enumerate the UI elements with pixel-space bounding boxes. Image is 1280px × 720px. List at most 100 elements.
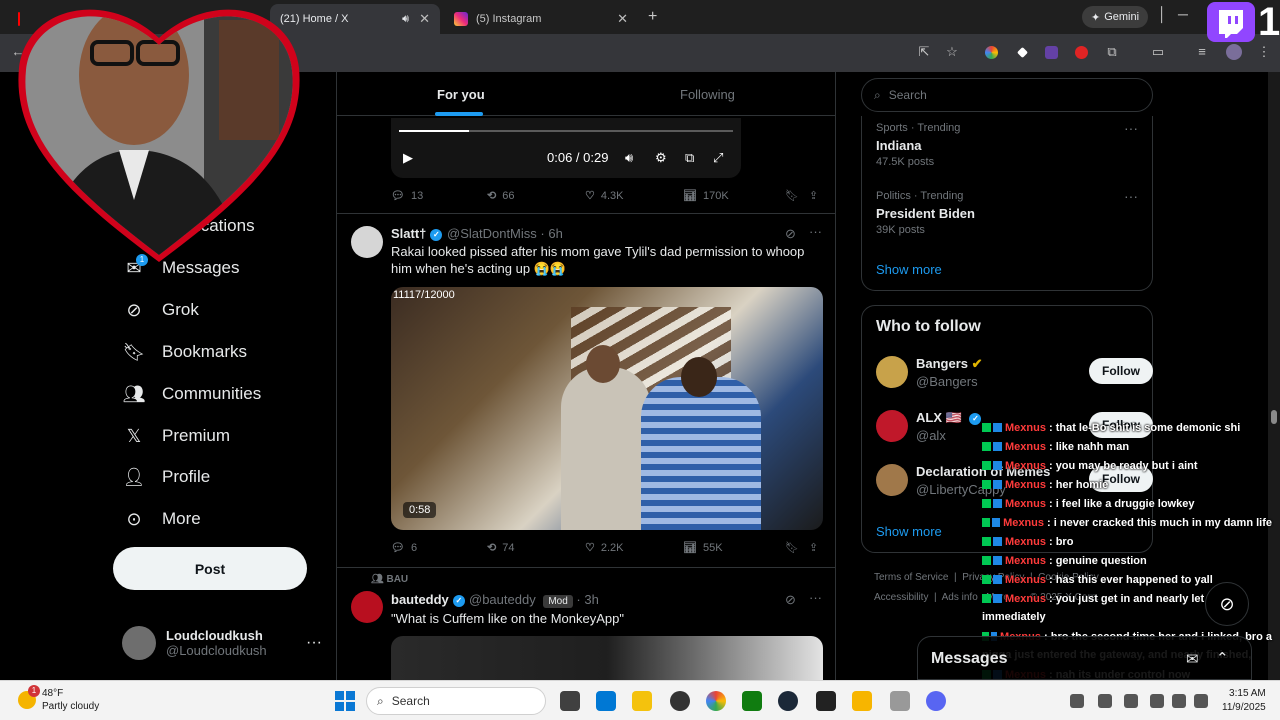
nav-premium[interactable]: 𝕏 Premium: [122, 421, 230, 451]
new-tab-button[interactable]: +: [648, 8, 657, 26]
repost-button[interactable]: ⟲ 66: [487, 189, 514, 203]
taskbar-search[interactable]: ⌕ Search: [366, 687, 546, 715]
trend-name[interactable]: Indiana: [876, 138, 922, 153]
minimize-button[interactable]: ─: [1178, 6, 1188, 22]
more-dots-icon[interactable]: ···: [809, 590, 822, 605]
community-context[interactable]: 👥︎ BAU: [371, 574, 408, 585]
tweet-media[interactable]: [391, 636, 823, 680]
follow-button[interactable]: Follow: [1089, 358, 1153, 384]
account-switcher[interactable]: Loudcloudkush @Loudcloudkush ···: [122, 625, 322, 661]
extension-icon[interactable]: [1075, 46, 1088, 59]
collapse-icon[interactable]: ⌃: [1216, 649, 1229, 667]
tab-following[interactable]: Following: [680, 87, 735, 102]
avatar[interactable]: [351, 226, 383, 258]
nav-communities[interactable]: 👥︎ Communities: [122, 379, 262, 409]
file-explorer-icon[interactable]: [632, 691, 652, 711]
more-dots-icon[interactable]: ···: [1124, 188, 1138, 204]
avatar[interactable]: [876, 464, 908, 496]
tweet-author[interactable]: bauteddy ✓: [391, 592, 465, 607]
grok-icon[interactable]: ⊘: [785, 592, 796, 608]
footer-link[interactable]: Accessibility: [874, 592, 928, 603]
tray-app-icon[interactable]: [1098, 694, 1112, 708]
wifi-icon[interactable]: [1150, 694, 1164, 708]
repost-button[interactable]: ⟲ 74: [487, 541, 514, 555]
volume-icon[interactable]: [1172, 694, 1186, 708]
tab-instagram[interactable]: (5) Instagram ✕: [444, 4, 638, 34]
footer-link[interactable]: Ads info: [942, 592, 978, 603]
bookmark-button[interactable]: 🔖︎: [785, 189, 799, 202]
extension-icon[interactable]: [1016, 46, 1029, 59]
author-handle[interactable]: @SlatDontMiss: [447, 226, 537, 241]
more-dots-icon[interactable]: ···: [1124, 120, 1138, 136]
suggestion-name[interactable]: Bangers ✔: [916, 356, 983, 372]
tweet-time[interactable]: · 3h: [576, 592, 598, 607]
reply-button[interactable]: 💬︎ 6: [391, 541, 417, 555]
views-button[interactable]: 📊︎ 170K: [683, 189, 729, 203]
rockstar-icon[interactable]: [852, 691, 872, 711]
share-button[interactable]: ⇪: [809, 541, 818, 554]
steam-icon[interactable]: [778, 691, 798, 711]
bookmark-star-icon[interactable]: ☆: [944, 44, 960, 60]
kebab-menu-icon[interactable]: ⋮: [1256, 44, 1272, 60]
app-icon[interactable]: [670, 691, 690, 711]
microphone-icon[interactable]: [1124, 694, 1138, 708]
chrome-icon[interactable]: [706, 691, 726, 711]
share-button[interactable]: ⇪: [809, 189, 818, 202]
nav-bookmarks[interactable]: 🔖︎ Bookmarks: [122, 337, 247, 367]
extension-icon[interactable]: [985, 46, 998, 59]
like-button[interactable]: ♡ 4.3K: [585, 189, 624, 203]
xbox-icon[interactable]: [742, 691, 762, 711]
gemini-button[interactable]: ✦ Gemini: [1082, 6, 1148, 28]
tray-chevron-icon[interactable]: [1070, 694, 1084, 708]
taskbar-clock[interactable]: 3:15 AM 11/9/2025: [1222, 687, 1266, 715]
avatar[interactable]: [351, 591, 383, 623]
suggestion-name[interactable]: ALX 🇺🇸 ✓: [916, 410, 982, 426]
tweet-video[interactable]: 11117/12000 0:58: [391, 287, 823, 530]
show-more-link[interactable]: Show more: [876, 524, 942, 539]
install-app-icon[interactable]: ⇱: [916, 44, 932, 60]
tweet-author[interactable]: Slatt† ✓: [391, 226, 443, 241]
tweet-time[interactable]: · 6h: [540, 226, 562, 241]
grok-fab-button[interactable]: ⊘: [1205, 582, 1249, 626]
bookmark-button[interactable]: 🔖︎: [785, 541, 799, 554]
start-button[interactable]: [335, 691, 355, 711]
app-icon[interactable]: [890, 691, 910, 711]
search-box[interactable]: ⌕ Search: [861, 78, 1153, 112]
trend-name[interactable]: President Biden: [876, 206, 975, 221]
settings-icon[interactable]: ⚙: [655, 150, 667, 166]
menu-icon[interactable]: ≡: [1194, 44, 1210, 60]
search-input[interactable]: Search: [889, 88, 927, 102]
profile-avatar[interactable]: [1226, 44, 1242, 60]
puzzle-icon[interactable]: ⧉: [1104, 44, 1120, 60]
like-button[interactable]: ♡ 2.2K: [585, 541, 624, 555]
nav-profile[interactable]: 👤︎ Profile: [122, 462, 211, 492]
show-more-link[interactable]: Show more: [876, 262, 942, 277]
footer-link[interactable]: Terms of Service: [874, 572, 948, 583]
avatar[interactable]: [876, 356, 908, 388]
task-view-icon[interactable]: [560, 691, 580, 711]
volume-icon[interactable]: 🔊︎: [625, 150, 633, 166]
author-handle[interactable]: @bauteddy: [469, 592, 536, 607]
reply-button[interactable]: 💬︎ 13: [391, 189, 423, 203]
battery-icon[interactable]: [1194, 694, 1208, 708]
views-button[interactable]: 📊︎ 55K: [683, 541, 723, 555]
nav-more[interactable]: ⊙ More: [122, 504, 200, 534]
twitch-extension-icon[interactable]: [1045, 46, 1058, 59]
video-progress-bar[interactable]: [399, 130, 733, 132]
messages-drawer[interactable]: Messages ✉ ⌃: [917, 636, 1252, 680]
avatar[interactable]: [876, 410, 908, 442]
discord-icon[interactable]: [926, 691, 946, 711]
fullscreen-icon[interactable]: ⤢: [713, 150, 723, 166]
grok-icon[interactable]: ⊘: [785, 226, 796, 242]
compose-message-icon[interactable]: ✉: [1186, 650, 1199, 668]
close-icon[interactable]: ✕: [419, 11, 430, 27]
more-dots-icon[interactable]: ···: [809, 224, 822, 239]
nav-grok[interactable]: ⊘ Grok: [122, 295, 198, 325]
tab-for-you[interactable]: For you: [437, 87, 485, 102]
store-icon[interactable]: [596, 691, 616, 711]
post-button[interactable]: Post: [113, 547, 307, 590]
epic-games-icon[interactable]: [816, 691, 836, 711]
close-icon[interactable]: ✕: [617, 11, 628, 27]
speaker-icon[interactable]: 🔊︎: [402, 13, 409, 26]
sidepanel-icon[interactable]: ▭: [1150, 44, 1166, 60]
